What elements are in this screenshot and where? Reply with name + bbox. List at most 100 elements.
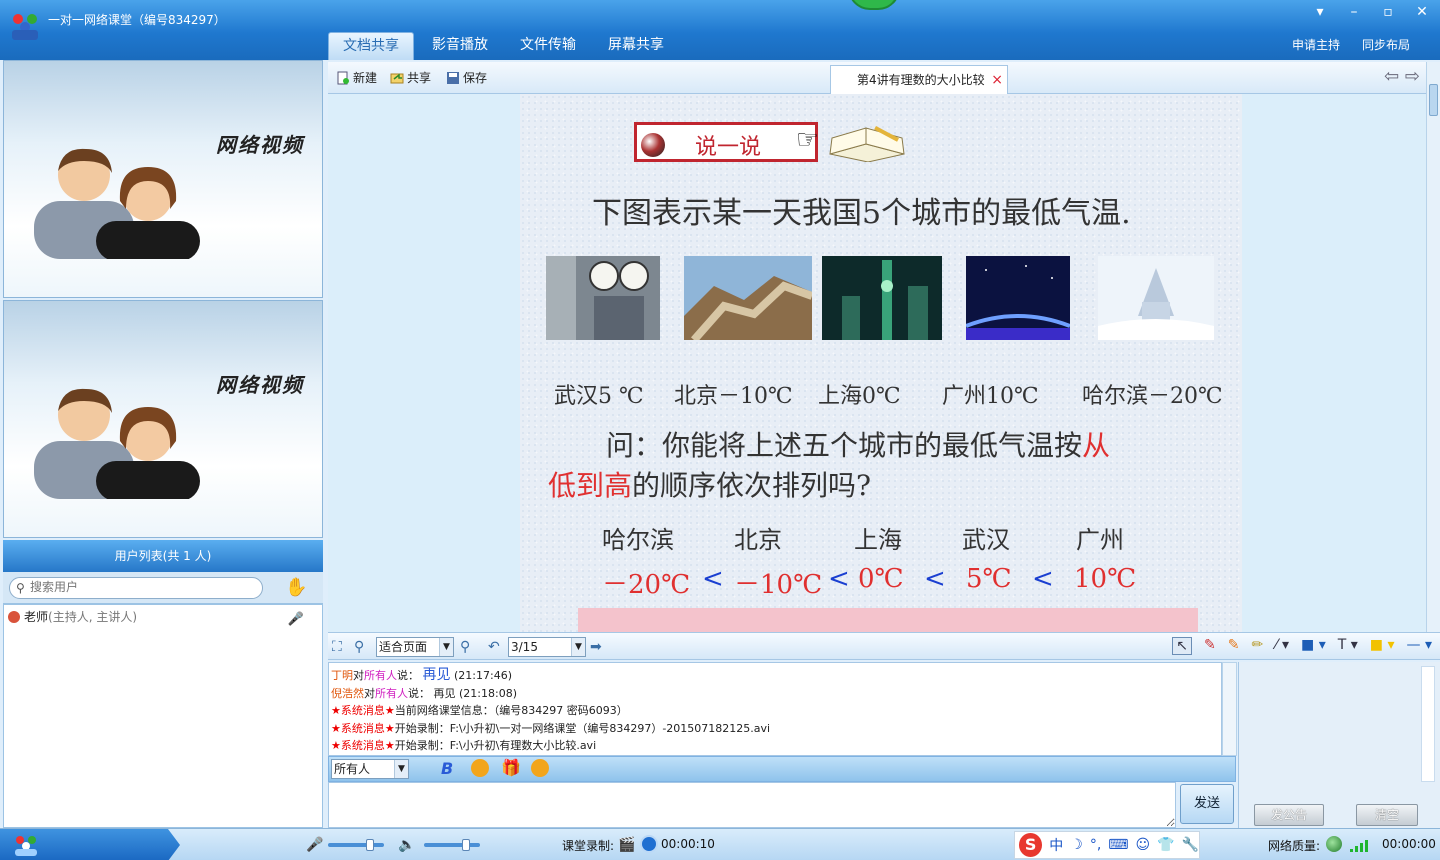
send-button[interactable]: 发送: [1180, 784, 1234, 824]
microphone-icon[interactable]: 🎤: [288, 610, 304, 630]
zoom-out-icon[interactable]: ⚲: [460, 637, 470, 657]
app-logo-icon[interactable]: [12, 833, 40, 857]
close-button[interactable]: ✕: [1414, 4, 1430, 20]
chat-sender[interactable]: 丁明: [331, 669, 353, 682]
apply-host-link[interactable]: 申请主持: [1292, 36, 1340, 53]
user-search-input[interactable]: [30, 580, 255, 594]
slide-heading: 下图表示某一天我国5个城市的最低气温.: [592, 196, 1131, 231]
chat-target[interactable]: 所有人: [364, 669, 397, 682]
chevron-down-icon: ▼: [571, 638, 585, 656]
text-tool-icon[interactable]: T ▾: [1338, 637, 1358, 655]
record-stop-icon[interactable]: [640, 835, 658, 853]
system-message: ★系统消息★开始录制：F:\小升初\一对一网络课堂（编号834297）-2015…: [331, 720, 1219, 738]
scroll-thumb[interactable]: [1429, 84, 1438, 116]
ordered-city: 哈尔滨: [602, 526, 674, 554]
zoom-in-icon[interactable]: ⚲: [354, 637, 364, 657]
tab-media-play[interactable]: 影音播放: [418, 32, 502, 60]
globe-icon: [1326, 836, 1342, 852]
annotation-tools: ↖ ✎ ✎ ✏ ⁄ ▾ ■ ▾ T ▾ ■ ▾ — ▾: [1172, 637, 1432, 655]
chat-target[interactable]: 所有人: [375, 687, 408, 700]
signal-strength-icon: [1350, 838, 1372, 852]
raise-hand-icon[interactable]: ✋: [285, 577, 307, 599]
tab-screen-share[interactable]: 屏幕共享: [594, 32, 678, 60]
chat-input[interactable]: [328, 782, 1176, 828]
post-notice-button[interactable]: 发公告: [1254, 804, 1324, 826]
speaker-volume-knob[interactable]: [462, 839, 470, 851]
chat-log[interactable]: 丁明对所有人说： 再见 (21:17:46) 倪浩然对所有人说： 再见 (21:…: [328, 662, 1222, 756]
user-row[interactable]: 老师(主持人, 主讲人) 🎤: [4, 607, 322, 627]
ordered-temp: 5℃: [966, 564, 1012, 594]
menu-dropdown-button[interactable]: ▾: [1312, 4, 1328, 20]
shake-icon[interactable]: [531, 759, 549, 777]
status-bar: 🎤 🔈 课堂录制: 🎬 00:00:10 S 中 ☽ °, ⌨ ☺ 👕 🔧 网络…: [0, 828, 1440, 860]
document-viewer[interactable]: 说一说 ☞ 下图表示某一天我国5个城市的最低气温. 武汉5 ℃ 北京－10℃ 上…: [328, 94, 1426, 632]
minimize-button[interactable]: –: [1346, 4, 1362, 20]
shanghai-night-photo: [822, 256, 942, 340]
recipient-select[interactable]: 所有人 ▼: [331, 759, 409, 779]
microphone-icon[interactable]: 🎤: [306, 837, 323, 853]
sync-layout-link[interactable]: 同步布局: [1362, 36, 1410, 53]
ball-icon: [641, 133, 665, 157]
font-style-icon[interactable]: B: [441, 759, 453, 778]
document-tab[interactable]: 第4讲有理数的大小比较 ×: [830, 65, 1008, 94]
next-page-icon[interactable]: ➡: [590, 637, 602, 657]
speaker-icon[interactable]: 🔈: [398, 837, 415, 853]
zoom-select-value: 适合页面: [379, 640, 428, 654]
clear-button[interactable]: 清空: [1356, 804, 1418, 826]
eraser-tool-icon[interactable]: ✎: [1228, 637, 1240, 655]
film-icon[interactable]: 🎬: [618, 837, 635, 853]
ime-punctuation-icon[interactable]: °,: [1090, 837, 1101, 853]
ime-chinese-mode[interactable]: 中: [1049, 835, 1063, 855]
ime-skin-icon[interactable]: 👕: [1157, 837, 1174, 853]
tab-document-share[interactable]: 文档共享: [328, 32, 414, 60]
slide-page: 说一说 ☞ 下图表示某一天我国5个城市的最低气温. 武汉5 ℃ 北京－10℃ 上…: [520, 94, 1242, 632]
user-search-box[interactable]: ⚲: [9, 577, 263, 599]
chat-message: 丁明对所有人说： 再见 (21:17:46): [331, 667, 1219, 685]
color-picker-icon[interactable]: ■ ▾: [1370, 637, 1395, 655]
emoji-icon[interactable]: [471, 759, 489, 777]
ime-settings-icon[interactable]: 🔧: [1182, 837, 1199, 853]
close-tab-icon[interactable]: ×: [991, 66, 1003, 94]
side-panel-scrollbar[interactable]: [1421, 666, 1435, 782]
pointer-tool-icon[interactable]: ↖: [1172, 637, 1193, 655]
save-doc-button[interactable]: 保存: [446, 69, 487, 86]
zoom-select[interactable]: 适合页面 ▼: [376, 637, 454, 657]
less-than-sign: <: [1032, 564, 1054, 594]
sogou-ime-icon[interactable]: S: [1019, 833, 1043, 857]
fit-screen-icon[interactable]: ⛶: [332, 637, 342, 657]
chat-to-word: 对: [353, 669, 364, 682]
arrow-right-icon[interactable]: ⇨: [1405, 66, 1420, 87]
rectangle-tool-icon[interactable]: ■ ▾: [1301, 637, 1326, 655]
document-scrollbar[interactable]: [1426, 62, 1440, 632]
ime-user-icon[interactable]: ☺: [1136, 837, 1151, 853]
speaker-volume-slider[interactable]: [424, 839, 480, 851]
user-name: 老师: [24, 610, 49, 624]
ime-halfwidth-icon[interactable]: ☽: [1070, 837, 1083, 853]
share-doc-button[interactable]: 共享: [390, 69, 431, 86]
user-list-header: 用户列表(共 1 人): [3, 540, 323, 572]
chat-scrollbar[interactable]: [1222, 662, 1237, 756]
ime-keyboard-icon[interactable]: ⌨: [1108, 837, 1128, 853]
line-tool-icon[interactable]: ⁄ ▾: [1275, 637, 1289, 655]
line-width-icon[interactable]: — ▾: [1407, 637, 1432, 655]
user-list: 老师(主持人, 主讲人) 🎤: [3, 604, 323, 828]
tab-file-transfer[interactable]: 文件传输: [506, 32, 590, 60]
prev-page-icon[interactable]: ↶: [488, 637, 500, 657]
gift-icon[interactable]: 🎁: [501, 758, 521, 777]
mic-volume-knob[interactable]: [366, 839, 374, 851]
pencil-tool-icon[interactable]: ✏: [1251, 637, 1263, 655]
user-pair-icon: [34, 388, 200, 499]
arrow-left-icon[interactable]: ⇦: [1384, 66, 1399, 87]
chat-sender[interactable]: 倪浩然: [331, 687, 364, 700]
user-search-row: ⚲ ✋: [3, 572, 323, 604]
question-highlight: 从: [1082, 429, 1111, 462]
document-toolbar: 新建 共享 保存 第4讲有理数的大小比较 × ⇦ ⇨: [328, 62, 1426, 94]
new-doc-button[interactable]: 新建: [336, 69, 377, 86]
page-select[interactable]: 3/15 ▼: [508, 637, 586, 657]
ime-toolbar: S 中 ☽ °, ⌨ ☺ 👕 🔧: [1014, 831, 1200, 859]
user-avatar-icon: [8, 611, 20, 623]
record-time: 00:00:10: [661, 837, 715, 851]
maximize-button[interactable]: ▫: [1380, 4, 1396, 20]
mic-volume-slider[interactable]: [328, 839, 384, 851]
marker-tool-icon[interactable]: ✎: [1204, 637, 1216, 655]
